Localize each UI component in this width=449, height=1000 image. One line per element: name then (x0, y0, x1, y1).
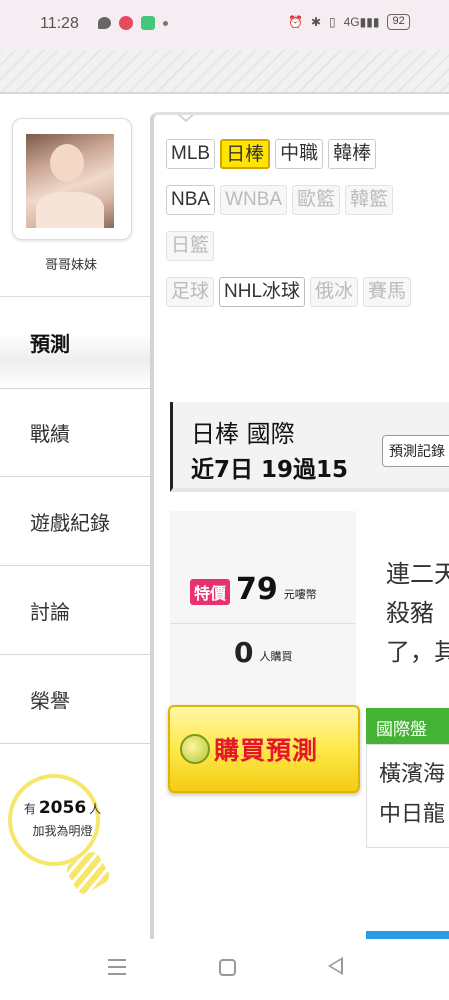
bluetooth-icon: ✱ (310, 15, 322, 29)
buyers-count: 0 (234, 636, 254, 669)
home-icon[interactable] (219, 959, 236, 976)
price-value: 79 (236, 572, 278, 607)
back-icon[interactable] (328, 957, 343, 975)
menu-icon[interactable] (108, 959, 126, 975)
buyers-row: 0 人購買 (234, 639, 292, 667)
category-row-3: 日籃 (166, 231, 215, 261)
category-horse-racing[interactable]: 賽馬 (363, 277, 412, 307)
category-cpbl[interactable]: 中職 (275, 139, 324, 169)
sidebar-item-discuss[interactable]: 討論 (0, 566, 150, 655)
match-teams: 橫濱海 中日龍 (379, 762, 446, 827)
category-korea-basketball[interactable]: 韓籃 (345, 185, 394, 215)
app-notification-icon (119, 16, 133, 30)
prediction-card-header: 日棒 國際 近7日 19過15 預測記錄 (170, 402, 449, 492)
sidebar-item-record[interactable]: 戰績 (0, 388, 150, 477)
price-unit: 元嘍幣 (283, 588, 317, 601)
buy-prediction-label: 購買預測 (214, 736, 319, 765)
coin-icon (180, 734, 210, 764)
buyers-unit: 人購買 (259, 650, 293, 663)
category-russia-hockey[interactable]: 俄冰 (310, 277, 359, 307)
category-mlb[interactable]: MLB (166, 139, 216, 169)
category-soccer[interactable]: 足球 (166, 277, 215, 307)
lamp-icon (8, 774, 100, 866)
volte-icon: ▯ (329, 15, 336, 29)
category-row-4: 足球 NHL冰球 俄冰 賽馬 (166, 277, 412, 307)
avatar[interactable] (26, 134, 114, 228)
header-decoration (0, 50, 449, 94)
system-icons: ⏰ ✱ ▯ 4G▮▮▮ 92 (288, 14, 410, 30)
sidebar-item-honor[interactable]: 榮譽 (0, 655, 150, 744)
price-row: 特價 79 元嘍幣 (190, 575, 317, 605)
avatar-card[interactable] (12, 118, 132, 240)
divider (170, 623, 356, 624)
match-box[interactable]: 橫濱海 中日龍 (366, 744, 449, 848)
main-panel: MLB 日棒 中職 韓棒 NBA WNBA 歐籃 韓籃 日籃 足球 NHL冰球 … (150, 112, 449, 939)
prediction-record-button[interactable]: 預測記錄 (382, 435, 449, 467)
sidebar: 哥哥妹妹 預測 戰績 遊戲紀錄 討論 榮譽 有 2056 人 加我為明燈 (0, 94, 150, 939)
card-record-summary: 近7日 19過15 (191, 457, 349, 483)
more-dot-icon (163, 20, 168, 26)
signal-icon: 4G▮▮▮ (343, 15, 380, 29)
notification-icons (98, 16, 168, 30)
sidebar-item-predict[interactable]: 預測 (0, 296, 150, 388)
price-area: 特價 79 元嘍幣 0 人購買 (170, 511, 356, 711)
next-section-bar (366, 931, 449, 939)
category-kbo[interactable]: 韓棒 (328, 139, 377, 169)
analysis-preview[interactable]: 連二天 殺豬 了，其 (386, 555, 449, 672)
alarm-icon: ⏰ (288, 15, 303, 29)
category-euro-basketball[interactable]: 歐籃 (292, 185, 341, 215)
message-icon (141, 16, 155, 30)
user-name[interactable]: 哥哥妹妹 (0, 254, 142, 273)
panel-notch (177, 115, 195, 122)
follower-count: 有 2056 人 (23, 798, 102, 818)
battery-icon: 92 (387, 14, 410, 30)
category-japan-basketball[interactable]: 日籃 (166, 231, 215, 261)
card-title: 日棒 國際 (191, 420, 295, 448)
market-tab[interactable]: 國際盤 (366, 708, 449, 744)
category-nba[interactable]: NBA (166, 185, 216, 215)
category-row-1: MLB 日棒 中職 韓棒 (166, 139, 377, 169)
chat-icon (98, 17, 111, 29)
status-time: 11:28 (40, 15, 79, 32)
follow-lamp[interactable]: 有 2056 人 加我為明燈 (0, 774, 150, 914)
buy-prediction-button[interactable]: 購買預測 (168, 705, 360, 793)
follow-caption: 加我為明燈 (32, 824, 93, 838)
status-bar: 11:28 ⏰ ✱ ▯ 4G▮▮▮ 92 (0, 0, 449, 50)
special-badge: 特價 (190, 579, 231, 605)
category-wnba[interactable]: WNBA (220, 185, 288, 215)
category-nhl[interactable]: NHL冰球 (219, 277, 306, 307)
system-nav-bar (0, 939, 449, 1000)
category-row-2: NBA WNBA 歐籃 韓籃 (166, 185, 394, 215)
category-npb[interactable]: 日棒 (220, 139, 271, 169)
sidebar-item-game-history[interactable]: 遊戲紀錄 (0, 477, 150, 566)
